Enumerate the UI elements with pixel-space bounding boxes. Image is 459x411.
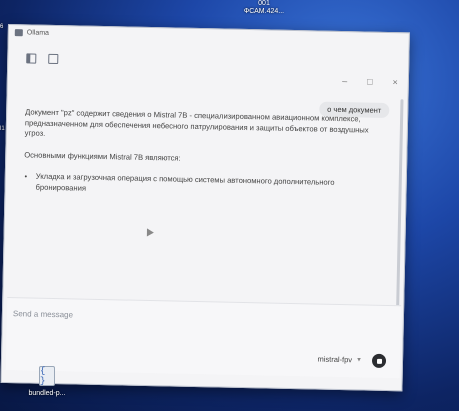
mouse-cursor-icon [143,226,154,237]
chevron-down-icon: ▼ [356,356,363,363]
model-select[interactable]: mistral-fpv ▼ [317,355,362,365]
assistant-bullet-list: Укладка и загрузочная операция с помощью… [23,171,373,199]
window-titlebar[interactable]: Ollama [9,25,409,47]
desktop-icon-top[interactable]: 001 ФСАМ.424... [240,0,288,16]
assistant-paragraph: Основными функциями Mistral 7B являются: [24,149,181,163]
desktop-icon-bundled[interactable]: { } bundled-p... [22,366,72,397]
top-icon-line1: 001 [258,0,270,7]
window-title: Ollama [26,28,50,37]
stop-icon [376,358,382,364]
desktop-edge-label: l1 [0,126,5,132]
assistant-paragraph: Документ "pz" содержит сведения о Mistra… [24,107,369,138]
maximize-icon[interactable]: □ [367,77,373,87]
desktop-icon-label: bundled-p... [28,390,66,397]
list-item: Укладка и загрузочная операция с помощью… [35,172,373,200]
toggle-sidebar-icon[interactable] [26,53,37,64]
chat-toolbar [26,53,59,65]
chat-scrollbar[interactable] [396,99,404,310]
top-icon-line2: ФСАМ.424... [243,8,285,15]
file-icon: { } [39,366,55,386]
stop-button[interactable] [371,353,387,368]
assistant-message: Документ "pz" содержит сведения о Mistra… [23,107,375,199]
message-input[interactable] [10,308,255,325]
window-controls: – □ × [342,76,398,87]
ollama-window: Ollama – □ × о чем документ Документ "pz… [0,24,410,392]
model-name: mistral-fpv [317,354,353,365]
desktop-edge-label: 6 [0,24,4,30]
new-chat-icon[interactable] [48,53,59,65]
minimize-icon[interactable]: – [342,76,347,86]
app-logo-icon [14,28,23,36]
close-icon[interactable]: × [392,77,397,87]
